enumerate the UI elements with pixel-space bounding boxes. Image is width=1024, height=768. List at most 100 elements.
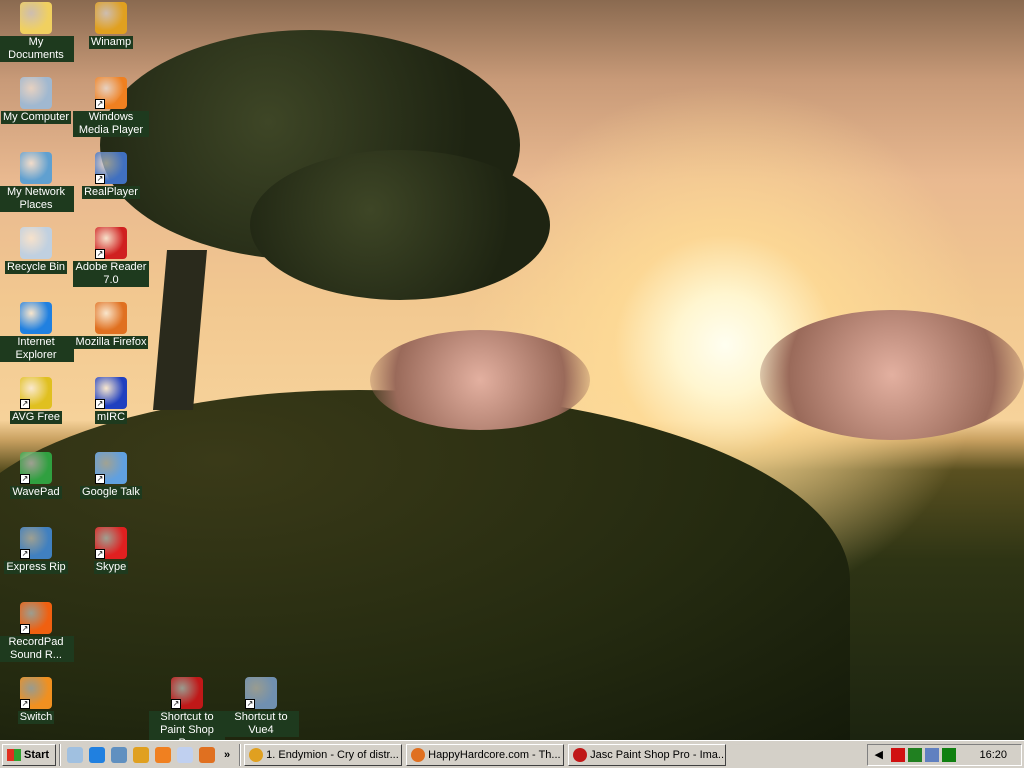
clock[interactable]: 16:20 [979, 749, 1007, 761]
shortcut-arrow-icon: ↗ [20, 474, 30, 484]
shortcut-arrow-icon: ↗ [95, 399, 105, 409]
start-button[interactable]: Start [2, 743, 56, 766]
desktop-icon-label: Adobe Reader 7.0 [73, 261, 149, 287]
switch-icon: ↗ [20, 677, 52, 709]
shortcut-arrow-icon: ↗ [171, 699, 181, 709]
recycle-bin-icon [20, 227, 52, 259]
desktop-icon-google-talk[interactable]: ↗ Google Talk [73, 452, 149, 499]
desktop-icon-recycle-bin[interactable]: Recycle Bin [0, 227, 74, 274]
task-label: 1. Endymion - Cry of distr... [266, 748, 399, 761]
desktop-icon-label: Recycle Bin [4, 261, 68, 274]
skype-icon: ↗ [95, 527, 127, 559]
desktop-icon-mirc[interactable]: ↗ mIRC [73, 377, 149, 424]
desktop-icon-winamp[interactable]: Winamp [73, 2, 149, 49]
task-label: Jasc Paint Shop Pro - Ima... [590, 748, 727, 761]
tree-canopy [250, 150, 550, 300]
desktop-icon-label: AVG Free [9, 411, 63, 424]
tray-meter-icon[interactable] [942, 747, 957, 762]
tray-volume-icon[interactable]: ◀ [874, 747, 889, 762]
desktop: My Documents Winamp My Computer ↗ Windows Me… [0, 0, 1024, 740]
desktop-icon-firefox[interactable]: Mozilla Firefox [73, 302, 149, 349]
quicklaunch-notes-icon[interactable] [177, 746, 193, 763]
desktop-icon-media-player[interactable]: ↗ Windows Media Player [73, 77, 149, 137]
desktop-icon-express-rip[interactable]: ↗ Express Rip [0, 527, 74, 574]
desktop-icon-recordpad[interactable]: ↗ RecordPad Sound R... [0, 602, 74, 662]
firefox-icon [95, 302, 127, 334]
desktop-icon-label: My Computer [0, 111, 72, 124]
desktop-icon-computer[interactable]: My Computer [0, 77, 74, 124]
recordpad-icon: ↗ [20, 602, 52, 634]
desktop-icon-label: mIRC [94, 411, 128, 424]
quicklaunch-winamp-icon[interactable] [133, 746, 149, 763]
separator [59, 743, 61, 766]
shortcut-arrow-icon: ↗ [245, 699, 255, 709]
firefox-icon [411, 747, 426, 762]
paint-shop-pro-icon: ↗ [171, 677, 203, 709]
media-player-icon: ↗ [95, 77, 127, 109]
paint-shop-pro-icon [573, 747, 588, 762]
desktop-icon-paint-shop-pro[interactable]: ↗ Shortcut to Paint Shop Pro [149, 677, 225, 740]
start-label: Start [24, 748, 50, 761]
desktop-icon-adobe-reader[interactable]: ↗ Adobe Reader 7.0 [73, 227, 149, 287]
system-tray: ◀ 16:20 [867, 743, 1022, 766]
shortcut-arrow-icon: ↗ [20, 549, 30, 559]
winamp-icon [249, 747, 264, 762]
shortcut-arrow-icon: ↗ [20, 399, 30, 409]
taskbar-button[interactable]: Jasc Paint Shop Pro - Ima... [568, 743, 727, 766]
wavepad-icon: ↗ [20, 452, 52, 484]
pink-tree [760, 310, 1024, 440]
desktop-icon-avg[interactable]: ↗ AVG Free [0, 377, 74, 424]
shortcut-arrow-icon: ↗ [95, 474, 105, 484]
mirc-icon: ↗ [95, 377, 127, 409]
desktop-icon-realplayer[interactable]: ↗ RealPlayer [73, 152, 149, 199]
desktop-icon-label: Winamp [88, 36, 134, 49]
desktop-icon-label: Shortcut to Vue4 [223, 711, 299, 737]
desktop-icon-label: Windows Media Player [73, 111, 149, 137]
shortcut-arrow-icon: ↗ [20, 699, 30, 709]
shortcut-arrow-icon: ↗ [95, 249, 105, 259]
shortcut-arrow-icon: ↗ [95, 174, 105, 184]
desktop-icon-label: WavePad [10, 486, 62, 499]
desktop-icon-label: Express Rip [4, 561, 68, 574]
quick-launch-overflow-button[interactable]: » [224, 749, 230, 761]
desktop-icon-label: My Network Places [0, 186, 74, 212]
windows-logo-icon [7, 748, 21, 761]
desktop-icon-network[interactable]: My Network Places [0, 152, 74, 212]
quicklaunch-media-player-icon[interactable] [155, 746, 171, 763]
quicklaunch-outlook-express-icon[interactable] [111, 746, 127, 763]
task-label: HappyHardcore.com - Th... [428, 748, 561, 761]
desktop-icon-folder[interactable]: My Documents [0, 2, 74, 62]
taskbar: Start » 1. Endymion - Cry of distr... Hap… [0, 740, 1024, 768]
separator [239, 743, 242, 766]
tree-trunk [153, 250, 207, 410]
desktop-icon-label: RecordPad Sound R... [0, 636, 74, 662]
desktop-icon-wavepad[interactable]: ↗ WavePad [0, 452, 74, 499]
shortcut-arrow-icon: ↗ [20, 624, 30, 634]
quicklaunch-firefox-icon[interactable] [199, 746, 215, 763]
quicklaunch-internet-explorer-icon[interactable] [89, 746, 105, 763]
taskbar-button[interactable]: 1. Endymion - Cry of distr... [244, 743, 403, 766]
taskbar-button[interactable]: HappyHardcore.com - Th... [406, 743, 565, 766]
desktop-icon-label: Internet Explorer [0, 336, 74, 362]
adobe-reader-icon: ↗ [95, 227, 127, 259]
tray-display-icon[interactable] [908, 747, 923, 762]
desktop-icon-label: My Documents [0, 36, 74, 62]
shortcut-arrow-icon: ↗ [95, 99, 105, 109]
tray-ati-icon[interactable] [891, 747, 906, 762]
computer-icon [20, 77, 52, 109]
desktop-icon-label: Mozilla Firefox [73, 336, 149, 349]
desktop-icon-vue4[interactable]: ↗ Shortcut to Vue4 [223, 677, 299, 737]
desktop-icon-label: Shortcut to Paint Shop Pro [149, 711, 225, 740]
vue4-icon: ↗ [245, 677, 277, 709]
folder-icon [20, 2, 52, 34]
desktop-icon-label: Switch [17, 711, 55, 724]
avg-icon: ↗ [20, 377, 52, 409]
winamp-icon [95, 2, 127, 34]
desktop-icon-skype[interactable]: ↗ Skype [73, 527, 149, 574]
google-talk-icon: ↗ [95, 452, 127, 484]
tray-network-icon[interactable] [925, 747, 940, 762]
quicklaunch-show-desktop-icon[interactable] [67, 746, 83, 763]
network-icon [20, 152, 52, 184]
desktop-icon-switch[interactable]: ↗ Switch [0, 677, 74, 724]
desktop-icon-internet-explorer[interactable]: Internet Explorer [0, 302, 74, 362]
